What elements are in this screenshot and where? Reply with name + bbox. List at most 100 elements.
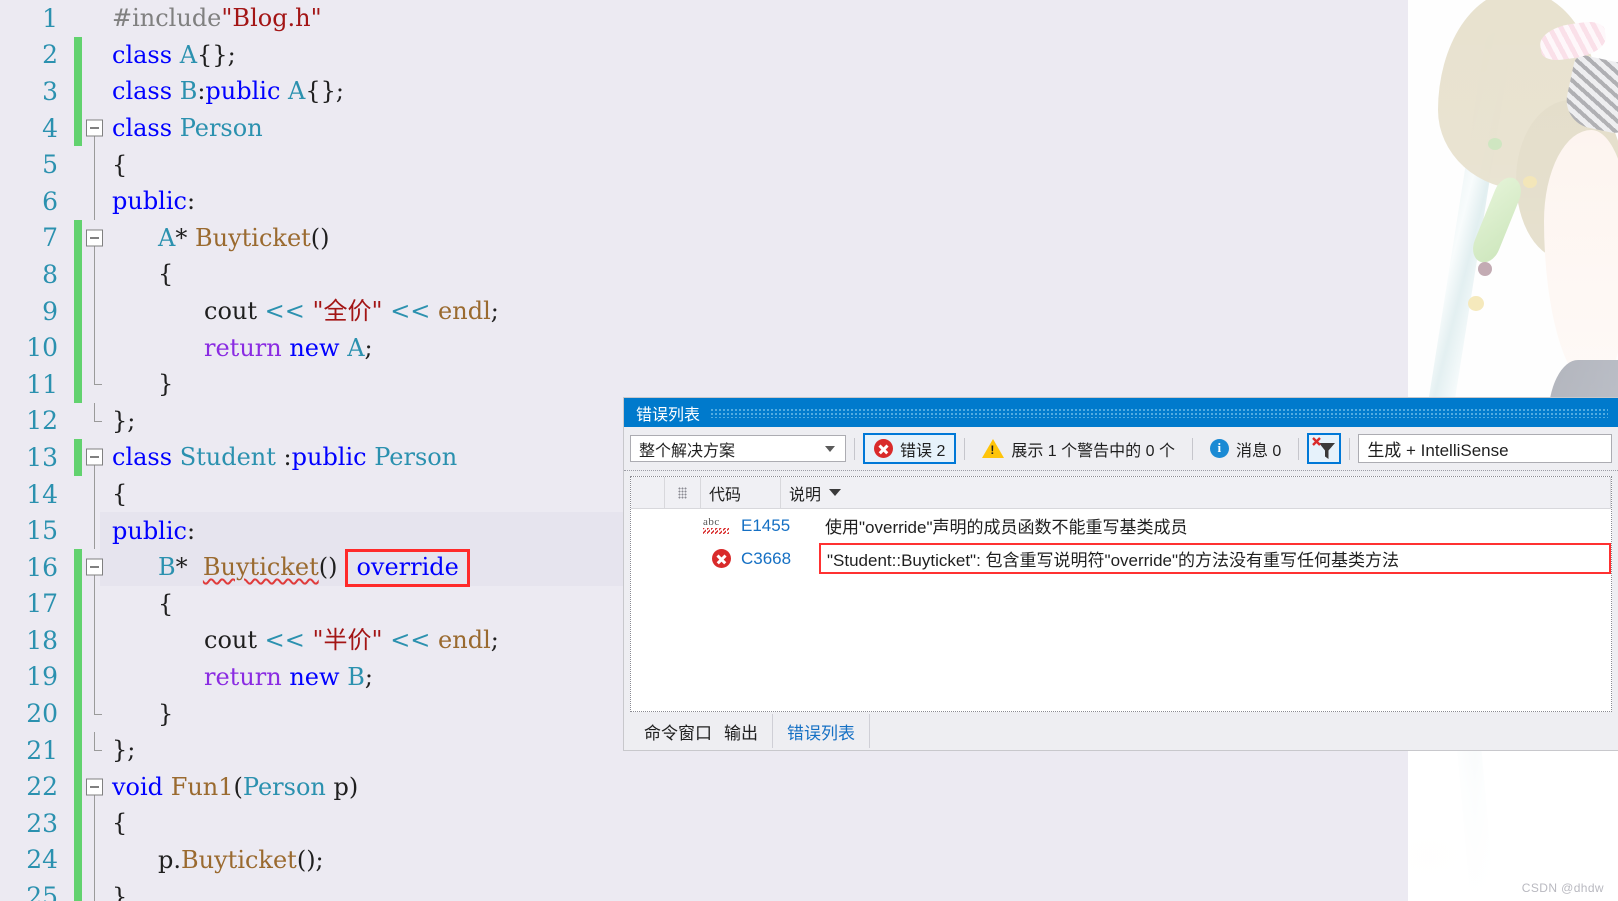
clear-filter-button[interactable] [1307, 433, 1342, 464]
row-code-cell[interactable]: C3668 [741, 549, 825, 569]
tab-output[interactable]: 输出 [718, 714, 773, 748]
code-text[interactable]: { [108, 811, 127, 835]
code-line[interactable]: 9 cout << "全价" << endl; [0, 292, 1398, 330]
code-line[interactable]: 24 p.Buyticket(); [0, 841, 1398, 879]
code-text[interactable]: class Student :public Person [108, 445, 457, 469]
code-line[interactable]: 1 #include"Blog.h" [0, 0, 1398, 37]
tab-command-window[interactable]: 命令窗口 [630, 714, 718, 748]
fold-gutter[interactable] [82, 878, 108, 901]
sort-descending-icon [829, 489, 842, 496]
fold-gutter[interactable] [82, 768, 108, 806]
code-line[interactable]: 8{ [0, 256, 1398, 293]
fold-gutter[interactable] [82, 622, 108, 659]
fold-gutter[interactable] [82, 805, 108, 842]
code-text[interactable]: B* Buyticket() override [108, 549, 470, 588]
code-text[interactable]: class A{}; [108, 43, 236, 67]
fold-gutter[interactable] [82, 256, 108, 293]
header-severity-icon-col[interactable] [665, 477, 701, 508]
header-description-label: 说明 [789, 486, 822, 504]
fold-gutter[interactable] [82, 695, 108, 732]
code-line[interactable]: 3 class B:public A{}; [0, 73, 1398, 110]
code-text[interactable]: class B:public A{}; [108, 79, 344, 103]
fold-gutter[interactable] [82, 146, 108, 183]
warnings-count-label: 展示 1 个警告中的 0 个 [1011, 442, 1175, 460]
code-line[interactable]: 7 A* Buyticket() [0, 219, 1398, 257]
code-text[interactable]: { [108, 153, 127, 177]
code-text[interactable]: public: [108, 519, 195, 543]
build-intellisense-dropdown[interactable]: 生成 + IntelliSense [1358, 434, 1612, 463]
code-line[interactable]: 23 { [0, 805, 1398, 842]
messages-toggle-button[interactable]: 消息 0 [1201, 433, 1290, 464]
fold-gutter[interactable] [82, 365, 108, 403]
fold-gutter[interactable] [82, 585, 108, 623]
code-text[interactable]: }; [108, 738, 135, 762]
code-text[interactable]: } [108, 372, 173, 396]
code-line[interactable]: 10 return new A; [0, 329, 1398, 366]
table-row[interactable]: abc E1455 使用"override"声明的成员函数不能重写基类成员 [631, 509, 1611, 542]
fold-gutter[interactable] [82, 658, 108, 696]
code-text[interactable]: { [108, 482, 127, 506]
change-bar [74, 622, 82, 659]
fold-gutter[interactable] [82, 329, 108, 366]
code-line[interactable]: 2 class A{}; [0, 36, 1398, 74]
change-bar [74, 841, 82, 879]
code-text[interactable]: class Person [108, 116, 263, 140]
fold-gutter[interactable] [82, 110, 108, 147]
fold-gutter[interactable] [82, 292, 108, 330]
code-text[interactable]: }; [108, 409, 135, 433]
header-code-col[interactable]: 代码 [701, 477, 781, 508]
tab-error-list[interactable]: 错误列表 [773, 714, 870, 748]
title-bar-drag-dots[interactable] [710, 407, 1608, 418]
code-text[interactable]: void Fun1(Person p) [108, 775, 358, 799]
code-text[interactable]: } [108, 885, 127, 901]
fold-gutter[interactable] [82, 402, 108, 440]
code-text[interactable]: A* Buyticket() [108, 226, 330, 250]
info-icon [1209, 439, 1229, 458]
code-token: "半价" [312, 626, 383, 655]
code-text[interactable]: p.Buyticket(); [108, 848, 324, 872]
change-bar [74, 329, 82, 366]
error-icon [712, 549, 731, 568]
header-description-col[interactable]: 说明 [781, 477, 1611, 508]
scope-filter-dropdown[interactable]: 整个解决方案 [630, 435, 846, 462]
fold-gutter[interactable] [82, 37, 108, 74]
fold-gutter[interactable] [82, 220, 108, 257]
code-text[interactable]: { [108, 262, 173, 286]
code-line[interactable]: 5{ [0, 146, 1398, 183]
collapse-minus-icon[interactable] [86, 558, 103, 576]
fold-gutter[interactable] [82, 512, 108, 549]
code-text[interactable]: } [108, 702, 173, 726]
code-line[interactable]: 6 public: [0, 182, 1398, 220]
code-text[interactable]: return new B; [108, 665, 373, 689]
fold-gutter[interactable] [82, 549, 108, 586]
code-line[interactable]: 22 void Fun1(Person p) [0, 768, 1398, 806]
code-token: Person [179, 114, 263, 143]
fold-gutter[interactable] [82, 73, 108, 110]
code-text[interactable]: public: [108, 189, 195, 213]
row-code-cell[interactable]: E1455 [741, 516, 825, 536]
fold-gutter[interactable] [82, 0, 108, 37]
code-line[interactable]: 4 class Person [0, 109, 1398, 147]
code-token: A [179, 40, 198, 69]
code-text[interactable]: #include"Blog.h" [108, 6, 322, 30]
collapse-minus-icon[interactable] [86, 119, 103, 137]
code-line[interactable]: 25} [0, 878, 1398, 901]
table-row[interactable]: C3668 "Student::Buyticket": 包含重写说明符"overr… [631, 542, 1611, 575]
fold-gutter[interactable] [82, 731, 108, 769]
code-text[interactable]: cout << "全价" << endl; [108, 299, 499, 323]
errors-toggle-button[interactable]: 错误 2 [863, 433, 957, 464]
code-token: { [112, 480, 128, 509]
fold-gutter[interactable] [82, 841, 108, 879]
collapse-minus-icon[interactable] [86, 778, 103, 796]
fold-gutter[interactable] [82, 475, 108, 513]
fold-connector [94, 622, 95, 659]
fold-gutter[interactable] [82, 182, 108, 220]
code-text[interactable]: return new A; [108, 336, 373, 360]
fold-gutter[interactable] [82, 439, 108, 476]
code-token: return [204, 333, 290, 362]
code-text[interactable]: cout << "半价" << endl; [108, 628, 499, 652]
collapse-minus-icon[interactable] [86, 448, 103, 466]
code-text[interactable]: { [108, 592, 173, 616]
warnings-toggle-button[interactable]: 展示 1 个警告中的 0 个 [973, 433, 1184, 464]
collapse-minus-icon[interactable] [86, 229, 103, 247]
